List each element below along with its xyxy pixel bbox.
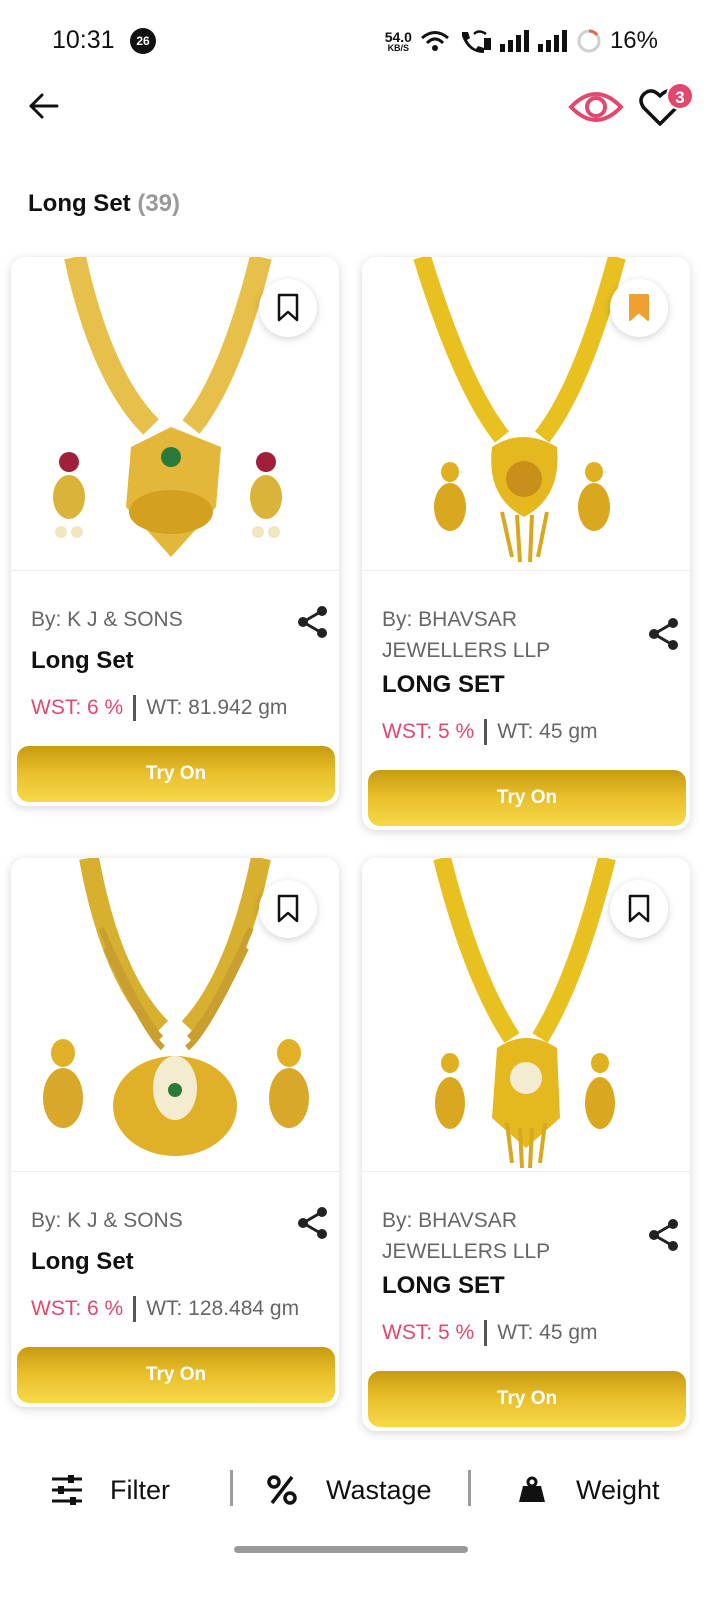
seller-name: By: BHAVSAR JEWELLERS LLP	[382, 1209, 551, 1263]
bookmark-button[interactable]	[259, 880, 317, 938]
share-icon	[649, 1219, 678, 1251]
wishlist-count-badge: 3	[666, 82, 694, 110]
sliders-icon	[52, 1475, 82, 1505]
meta-divider	[484, 1320, 488, 1346]
seller-name: By: BHAVSAR JEWELLERS LLP	[382, 608, 551, 662]
bookmark-button[interactable]	[259, 279, 317, 337]
wifi-icon	[420, 31, 449, 51]
back-button[interactable]	[22, 84, 66, 128]
share-icon	[649, 618, 678, 650]
seller-name: By: K J & SONS	[31, 1209, 183, 1232]
try-on-button[interactable]: Try On	[17, 1347, 335, 1403]
arrow-left-icon	[29, 93, 59, 119]
wastage-value: WST: 5 %	[382, 720, 475, 743]
status-time: 10:31	[52, 26, 115, 54]
signal-icon-1	[499, 30, 529, 52]
bookmark-outline-icon	[277, 293, 299, 322]
product-meta: WST: 6 % WT: 128.484 gm	[31, 1296, 299, 1322]
status-bar: 10:31 26 54.0 KB/S 16%	[0, 0, 716, 80]
share-icon	[298, 606, 327, 638]
weight-sort-button[interactable]: Weight	[518, 1470, 660, 1510]
product-card[interactable]: By: K J & SONS Long Set WST: 6 % WT: 128…	[11, 858, 339, 1407]
percent-icon	[267, 1475, 297, 1505]
wastage-sort-button[interactable]: Wastage	[266, 1470, 432, 1510]
product-card[interactable]: By: BHAVSAR JEWELLERS LLP LONG SET WST: …	[362, 257, 690, 830]
wastage-value: WST: 5 %	[382, 1321, 475, 1344]
bookmark-outline-icon	[628, 894, 650, 923]
weight-icon	[519, 1476, 545, 1502]
product-meta: WST: 6 % WT: 81.942 gm	[31, 695, 287, 721]
wishlist-button[interactable]: 3	[634, 80, 694, 136]
try-on-button[interactable]: Try On	[368, 1371, 686, 1427]
wastage-value: WST: 6 %	[31, 1297, 124, 1320]
product-card[interactable]: By: BHAVSAR JEWELLERS LLP LONG SET WST: …	[362, 858, 690, 1431]
share-button[interactable]	[644, 614, 684, 654]
recently-viewed-button[interactable]	[566, 82, 626, 132]
wastage-value: WST: 6 %	[31, 696, 124, 719]
battery-ring-icon	[577, 29, 601, 53]
try-on-button[interactable]: Try On	[17, 746, 335, 802]
network-speed-unit: KB/S	[387, 42, 410, 53]
product-name: LONG SET	[382, 1272, 505, 1299]
bookmark-outline-icon	[277, 894, 299, 923]
notification-count-badge: 26	[130, 28, 156, 54]
bookmark-filled-icon	[629, 294, 649, 321]
share-button[interactable]	[644, 1215, 684, 1255]
weight-value: WT: 128.484 gm	[146, 1297, 300, 1320]
category-count: (39)	[137, 190, 181, 217]
filter-label: Filter	[110, 1474, 170, 1505]
meta-divider	[484, 719, 488, 745]
filter-button[interactable]: Filter	[50, 1470, 170, 1510]
page-title: Long Set (39)	[28, 190, 180, 218]
category-name: Long Set	[28, 190, 131, 217]
network-speed-value: 54.0	[384, 28, 412, 45]
try-on-button[interactable]: Try On	[368, 770, 686, 826]
signal-icon-2	[537, 30, 567, 52]
share-button[interactable]	[293, 602, 333, 642]
weight-label: Weight	[576, 1474, 660, 1505]
divider	[230, 1470, 233, 1506]
bottom-action-bar: Filter Wastage Weight	[0, 1440, 716, 1600]
product-name: Long Set	[31, 647, 134, 674]
bookmark-button[interactable]	[610, 880, 668, 938]
product-card[interactable]: By: K J & SONS Long Set WST: 6 % WT: 81.…	[11, 257, 339, 806]
bookmark-button[interactable]	[610, 279, 668, 337]
divider	[468, 1470, 471, 1506]
weight-value: WT: 81.942 gm	[146, 696, 288, 719]
battery-percent: 16%	[609, 27, 658, 54]
wastage-label: Wastage	[326, 1474, 432, 1505]
weight-value: WT: 45 gm	[497, 720, 598, 743]
share-icon	[298, 1207, 327, 1239]
product-name: Long Set	[31, 1248, 134, 1275]
home-indicator[interactable]	[234, 1546, 468, 1553]
share-button[interactable]	[293, 1203, 333, 1243]
seller-name: By: K J & SONS	[31, 608, 183, 631]
eye-icon	[568, 92, 624, 122]
product-meta: WST: 5 % WT: 45 gm	[382, 719, 598, 745]
wifi-calling-icon	[461, 30, 491, 53]
status-icons: 54.0 KB/S 16%	[385, 26, 658, 56]
meta-divider	[133, 695, 137, 721]
product-name: LONG SET	[382, 671, 505, 698]
meta-divider	[133, 1296, 137, 1322]
network-speed: 54.0 KB/S	[385, 30, 412, 53]
product-meta: WST: 5 % WT: 45 gm	[382, 1320, 598, 1346]
weight-value: WT: 45 gm	[497, 1321, 598, 1344]
